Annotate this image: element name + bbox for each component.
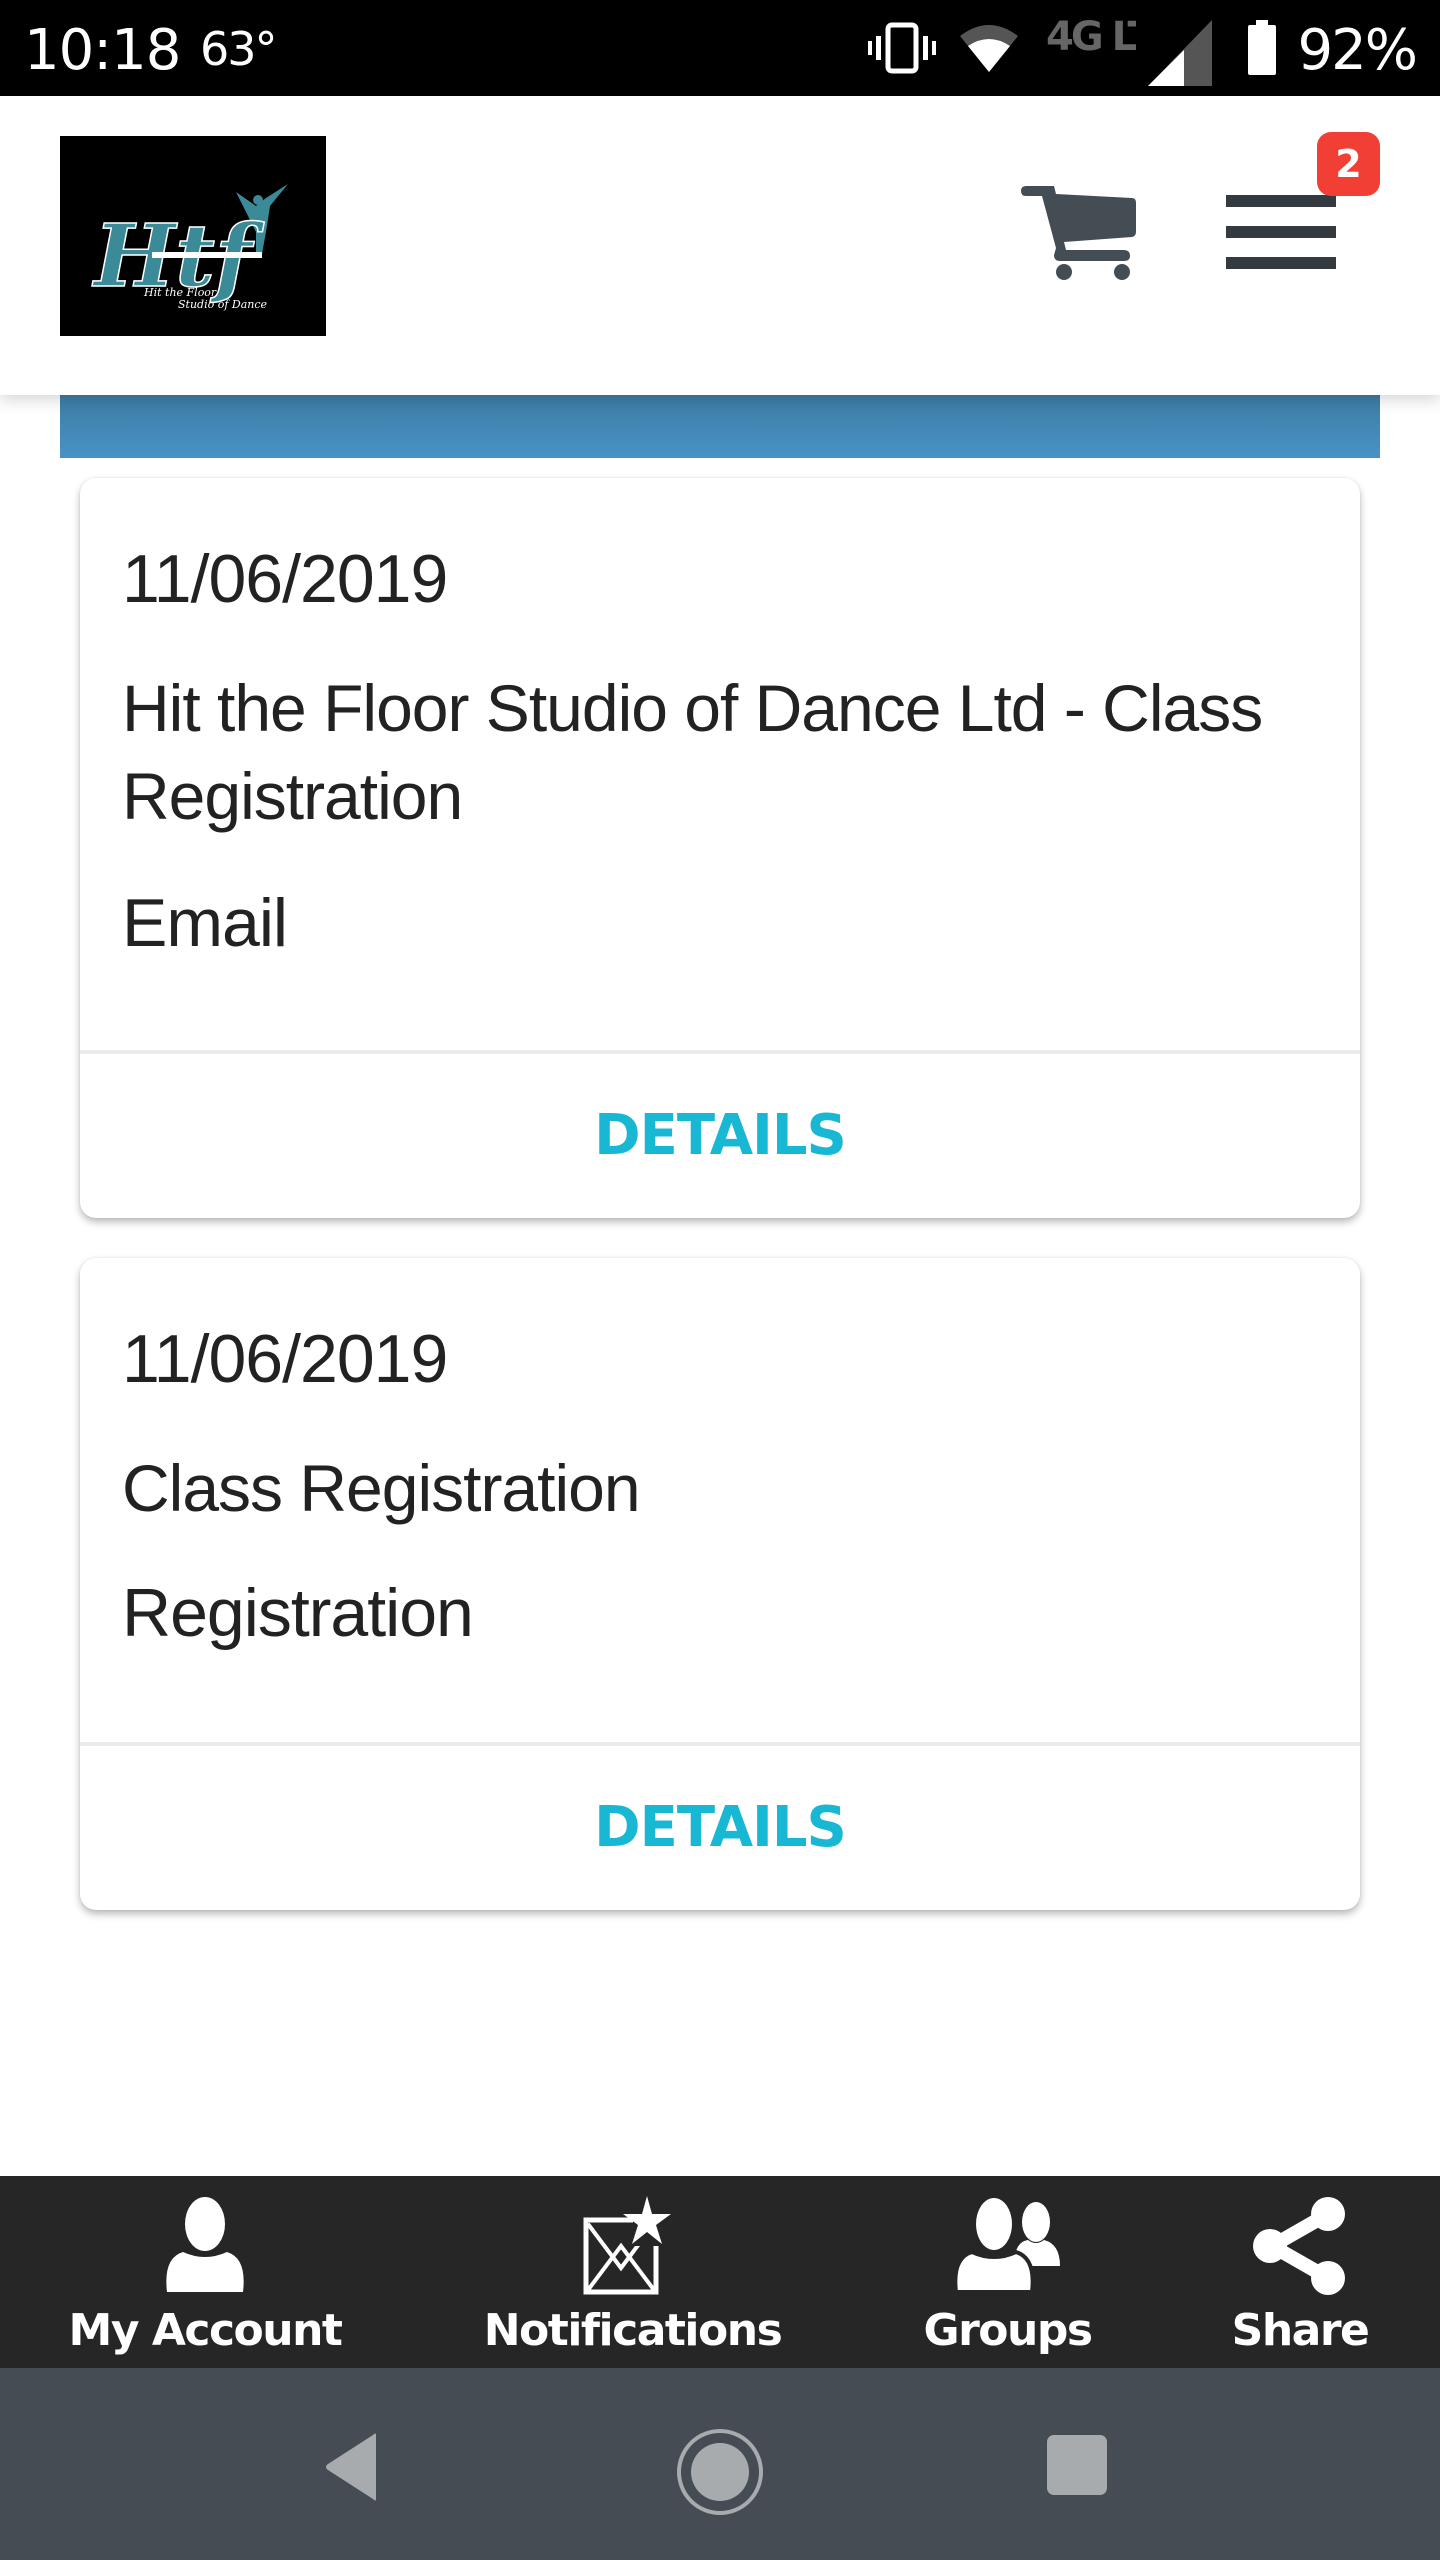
svg-text:Studio of Dance: Studio of Dance	[178, 298, 268, 311]
user-icon	[166, 2197, 244, 2292]
notification-card: 11/06/2019 Hit the Floor Studio of Dance…	[80, 478, 1360, 1218]
logo-graphic: Htf Hit the Floor Studio of Dance	[90, 184, 288, 311]
recents-icon	[1047, 2435, 1107, 2495]
menu-notification-badge: 2	[1317, 132, 1380, 196]
hamburger-icon-bar	[1226, 226, 1336, 238]
back-button[interactable]	[318, 2432, 388, 2502]
card-type: Email	[122, 885, 288, 961]
wifi-icon	[960, 25, 1018, 72]
nav-notifications[interactable]: Notifications	[470, 2176, 795, 2368]
recents-button[interactable]	[1044, 2432, 1110, 2498]
status-time: 10:18	[24, 18, 181, 83]
envelope-star-icon	[583, 2196, 671, 2295]
nav-my-account[interactable]: My Account	[55, 2176, 355, 2368]
nav-share[interactable]: Share	[1225, 2176, 1375, 2368]
nav-groups[interactable]: Groups	[900, 2176, 1115, 2368]
menu-button[interactable]	[1220, 186, 1340, 286]
svg-text:4G LTE: 4G LTE	[1046, 14, 1136, 58]
status-temperature: 63°	[200, 22, 278, 76]
bottom-nav: My Account Notifications Groups Share	[0, 2176, 1440, 2368]
home-button[interactable]	[672, 2424, 768, 2520]
users-icon	[952, 2196, 1060, 2294]
notification-card: 11/06/2019 Class Registration Registrati…	[80, 1258, 1360, 1910]
hamburger-icon-bar	[1226, 257, 1336, 269]
cart-button[interactable]	[1020, 176, 1140, 286]
app-header: Htf Hit the Floor Studio of Dance 2	[0, 96, 1440, 395]
cart-icon	[1021, 186, 1136, 280]
home-icon	[677, 2429, 763, 2515]
card-date: 11/06/2019	[122, 541, 448, 617]
hamburger-icon-bar	[1226, 195, 1336, 207]
card-title: Hit the Floor Studio of Dance Ltd - Clas…	[122, 671, 1263, 833]
system-nav-bar	[0, 2368, 1440, 2560]
nav-label: My Account	[68, 2305, 343, 2356]
details-button[interactable]: DETAILS	[80, 1746, 1360, 1910]
signal-icon	[1148, 20, 1212, 86]
battery-percentage: 92%	[1297, 18, 1418, 83]
lte-icon: 4G LTE	[1046, 14, 1136, 58]
status-bar: 10:18 63° 4G LTE 92%	[0, 0, 1440, 96]
nav-label: Groups	[923, 2305, 1093, 2356]
card-date: 11/06/2019	[122, 1321, 448, 1397]
battery-icon	[1248, 20, 1276, 75]
card-title: Class Registration	[122, 1451, 641, 1525]
details-button[interactable]: DETAILS	[80, 1054, 1360, 1218]
share-icon	[1253, 2197, 1345, 2295]
nav-label: Share	[1231, 2305, 1370, 2356]
card-type: Registration	[122, 1575, 474, 1651]
studio-logo[interactable]: Htf Hit the Floor Studio of Dance	[60, 136, 326, 336]
back-icon	[326, 2433, 376, 2501]
nav-label: Notifications	[483, 2305, 783, 2356]
section-banner	[60, 395, 1380, 458]
vibrate-icon	[868, 22, 936, 74]
